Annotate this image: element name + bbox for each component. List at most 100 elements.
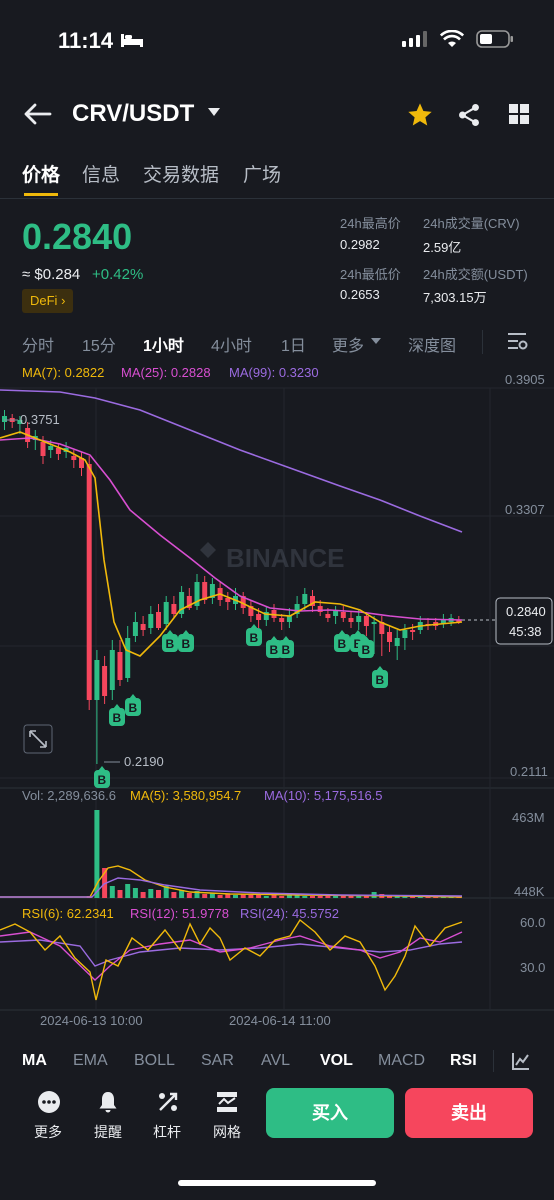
depth-chart-tab[interactable]: 深度图 (408, 332, 456, 356)
divider (0, 198, 554, 199)
battery-icon (476, 30, 513, 48)
rsi6-legend: RSI(6): 62.2341 (22, 906, 114, 921)
interval-4h[interactable]: 4小时 (211, 332, 252, 356)
rsi24-legend: RSI(24): 45.5752 (240, 906, 339, 921)
grid-label[interactable]: 网格 (213, 1122, 241, 1142)
svg-text:B: B (362, 643, 371, 657)
tab-price[interactable]: 价格 (22, 160, 60, 187)
volume-bar (202, 894, 208, 898)
candle-body (125, 638, 131, 678)
high-label: 24h最高价 (340, 216, 401, 231)
tab-info[interactable]: 信息 (82, 160, 120, 187)
volume-bar (248, 895, 254, 898)
interval-more[interactable]: 更多 (332, 332, 364, 356)
chevron-down-icon (371, 338, 381, 344)
svg-text:B: B (166, 637, 175, 651)
candle-body (171, 604, 177, 614)
volume-bar (302, 896, 308, 898)
candle-body (132, 622, 138, 636)
rsi-axis-label: 60.0 (520, 915, 545, 930)
leverage-label[interactable]: 杠杆 (153, 1122, 181, 1142)
share-icon[interactable] (456, 101, 482, 129)
divider (482, 330, 483, 354)
candle-body (148, 614, 154, 628)
buy-marker: B (162, 630, 178, 652)
interval-15m[interactable]: 15分 (82, 332, 116, 356)
layout-grid-icon[interactable] (507, 102, 531, 126)
indicator-sar[interactable]: SAR (201, 1052, 234, 1070)
buy-button[interactable]: 买入 (266, 1088, 394, 1138)
date-label: 2024-06-13 10:00 (40, 1013, 143, 1028)
volume-bar (125, 884, 131, 898)
fullscreen-expand-icon[interactable] (23, 724, 53, 754)
candle-body (109, 650, 115, 690)
interval-1d[interactable]: 1日 (281, 332, 306, 356)
ma25-line (0, 437, 463, 621)
leverage-icon[interactable] (156, 1090, 180, 1114)
defi-tag[interactable]: DeFi › (22, 289, 74, 313)
interval-line[interactable]: 分时 (22, 332, 54, 356)
rsi12-line (0, 931, 463, 981)
candle-body (325, 614, 331, 618)
volume-bar (156, 890, 161, 898)
volume-bar (325, 896, 331, 898)
svg-text:B: B (338, 637, 347, 651)
pair-selector[interactable]: CRV/USDT (72, 100, 194, 128)
buy-marker: B (246, 624, 262, 646)
buy-marker: B (334, 630, 350, 652)
candle-body (286, 616, 292, 622)
candle-body (340, 612, 346, 618)
indicator-ma[interactable]: MA (22, 1052, 47, 1070)
favorite-star-icon[interactable] (406, 101, 434, 129)
candle-body (117, 652, 123, 680)
alert-label[interactable]: 提醒 (94, 1122, 122, 1142)
chevron-down-icon[interactable] (208, 108, 220, 116)
volume-bar (317, 896, 323, 898)
sell-button[interactable]: 卖出 (405, 1088, 533, 1138)
low-value: 0.2653 (340, 287, 380, 302)
kline-chart[interactable]: BINANCE MA(7): 0.2822 MA(25): 0.2828 MA(… (0, 360, 554, 1035)
svg-text:0.2840: 0.2840 (506, 604, 546, 619)
interval-1h[interactable]: 1小时 (143, 332, 184, 356)
price-change: +0.42% (92, 266, 144, 283)
usd-price: ≈ $0.284 (22, 266, 81, 283)
indicator-settings-icon[interactable] (510, 1050, 532, 1072)
status-time: 11:14 (58, 28, 114, 53)
price-axis-label: 0.3905 (505, 372, 545, 387)
volume-bar (186, 893, 192, 898)
last-price: 0.2840 (22, 216, 133, 257)
turnover-label: 24h成交额(USDT) (423, 267, 528, 282)
indicator-boll[interactable]: BOLL (134, 1052, 175, 1070)
chart-settings-icon[interactable] (506, 330, 528, 352)
active-tab-indicator (24, 193, 58, 196)
grid-bot-icon[interactable] (215, 1090, 239, 1114)
svg-text:B: B (98, 773, 107, 787)
candle-body (102, 666, 108, 696)
candle-body (2, 416, 7, 422)
volume-bar (348, 896, 354, 898)
volume-bar (140, 892, 146, 898)
volume-bars (86, 810, 462, 898)
tab-trading-data[interactable]: 交易数据 (143, 160, 219, 187)
turnover-value: 7,303.15万 (423, 290, 487, 305)
indicator-rsi[interactable]: RSI (450, 1052, 477, 1070)
candle-body (48, 446, 54, 450)
svg-text:B: B (376, 673, 385, 687)
volume-label: 24h成交量(CRV) (423, 216, 520, 231)
svg-text:BINANCE: BINANCE (226, 543, 344, 573)
indicator-vol[interactable]: VOL (320, 1052, 353, 1070)
candlestick-series (2, 410, 462, 764)
date-label: 2024-06-14 11:00 (229, 1013, 331, 1028)
volume-bar (109, 886, 115, 898)
more-icon[interactable] (37, 1090, 61, 1114)
more-label[interactable]: 更多 (34, 1122, 62, 1142)
back-arrow-icon[interactable] (22, 100, 54, 128)
rsi6-line (0, 918, 463, 1001)
indicator-ema[interactable]: EMA (73, 1052, 108, 1070)
chevron-right-icon: › (61, 293, 66, 308)
indicator-avl[interactable]: AVL (261, 1052, 290, 1070)
bell-icon[interactable] (96, 1090, 120, 1114)
indicator-macd[interactable]: MACD (378, 1052, 425, 1070)
tab-square[interactable]: 广场 (243, 160, 281, 187)
ma7-legend: MA(7): 0.2822 (22, 365, 104, 380)
